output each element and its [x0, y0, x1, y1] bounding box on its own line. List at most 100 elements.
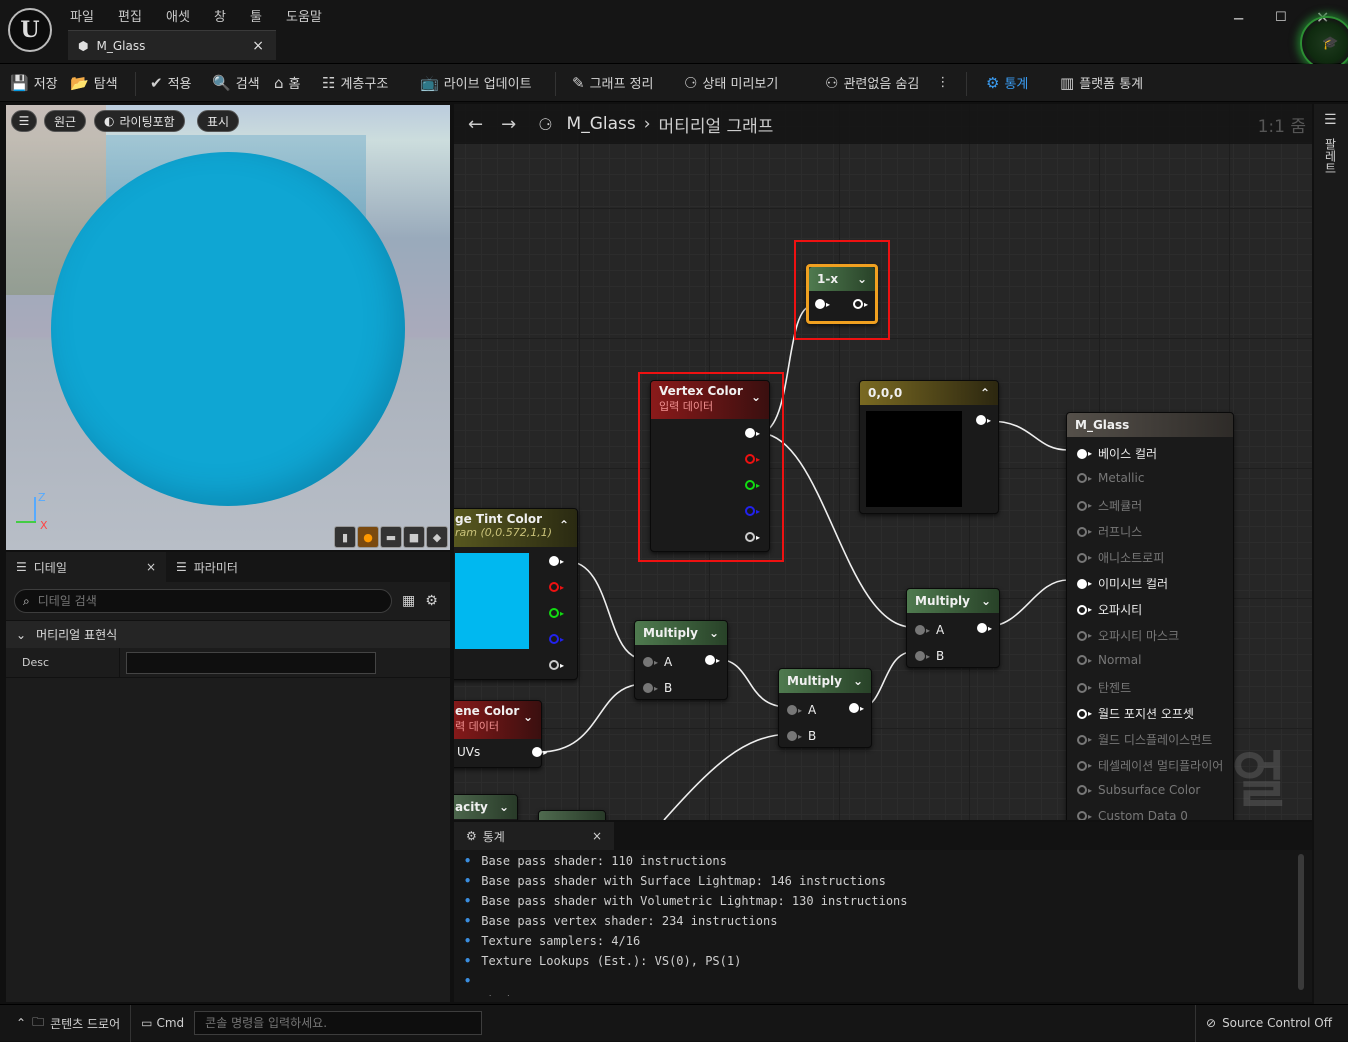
scene-color-node[interactable]: ene Color 력 데이터 ⌄ UVs ▸: [454, 700, 547, 768]
scene-color-uvs-pin[interactable]: UVs ▸: [457, 745, 547, 759]
hierarchy-button[interactable]: ☷ 계층구조: [322, 73, 388, 93]
tint-r-pin[interactable]: ▸: [549, 582, 564, 592]
preview-state-button[interactable]: ⚆ 상태 미리보기: [684, 73, 778, 93]
home-button[interactable]: ⌂ 홈: [274, 73, 301, 93]
result-pin[interactable]: ▸ Metallic: [1077, 471, 1144, 485]
clean-graph-button[interactable]: ✎ 그래프 정리: [572, 73, 654, 93]
result-pin[interactable]: ▸ 월드 디스플레이스먼트: [1077, 731, 1212, 748]
tab-details[interactable]: ☰ 디테일 ×: [6, 552, 166, 582]
cylinder-icon[interactable]: ▮: [334, 526, 356, 548]
document-tab[interactable]: ⬢ M_Glass ×: [68, 30, 276, 60]
menu-asset[interactable]: 애셋: [166, 6, 190, 25]
grid-view-icon[interactable]: ▦: [402, 593, 415, 609]
browse-button[interactable]: 📂 탐색: [70, 73, 118, 93]
unreal-logo[interactable]: U: [8, 8, 52, 52]
chevron-down-icon[interactable]: ⌄: [499, 800, 509, 814]
chevron-down-icon[interactable]: ⌄: [523, 710, 533, 724]
menu-tools[interactable]: 툴: [250, 6, 262, 25]
result-pin[interactable]: ▸ 월드 포지션 오프셋: [1077, 705, 1194, 722]
search-button[interactable]: 🔍 검색: [212, 73, 260, 93]
category-material-expression[interactable]: ⌄ 머티리얼 표현식: [6, 620, 450, 648]
content-drawer-button[interactable]: ⌃ 🗀 콘텐츠 드로어: [0, 1004, 132, 1042]
source-control-button[interactable]: ⊘ Source Control Off: [1195, 1004, 1348, 1042]
viewport-menu-button[interactable]: ☰: [11, 110, 37, 132]
tint-rgb-pin[interactable]: ▸: [549, 556, 564, 566]
multiply2-b-pin[interactable]: ▸ B: [787, 729, 816, 743]
settings-icon[interactable]: ⚙: [425, 593, 438, 609]
material-graph[interactable]: ← → ⚆ M_Glass › 머티리얼 그래프 1:1 줌 머티리얼 1-x⌄…: [454, 104, 1312, 820]
multiply2-output-pin[interactable]: ▸: [849, 703, 864, 713]
menu-file[interactable]: 파일: [70, 6, 94, 25]
result-pin[interactable]: ▸ 오파시티 마스크: [1077, 627, 1179, 644]
teapot-icon[interactable]: ◆: [426, 526, 448, 548]
chevron-up-icon[interactable]: ⌃: [980, 386, 990, 400]
opacity-node[interactable]: acity ⌄: [454, 794, 518, 820]
chevron-up-icon[interactable]: ⌃: [559, 518, 569, 532]
show-button[interactable]: 표시: [197, 110, 240, 132]
tint-param-node[interactable]: ge Tint Color ram (0,0.572,1,1) ⌃ ▸ ▸ ▸ ▸…: [454, 508, 578, 680]
multiply1-b-pin[interactable]: ▸ B: [643, 681, 672, 695]
close-tab-icon[interactable]: ×: [252, 38, 264, 54]
result-pin[interactable]: ▸ 이미시브 컬러: [1077, 575, 1168, 592]
tint-a-pin[interactable]: ▸: [549, 660, 564, 670]
cube-icon[interactable]: ■: [403, 526, 425, 548]
result-pin[interactable]: ▸ Subsurface Color: [1077, 783, 1200, 797]
stats-scrollbar[interactable]: [1298, 854, 1304, 990]
sphere-icon[interactable]: ●: [357, 526, 379, 548]
preview-viewport[interactable]: ☰ 원근 ◐ 라이팅포함 표시 Z X ▮ ● ▬ ■ ◆: [6, 105, 450, 550]
multiply-node-1[interactable]: Multiply ⌄ ▸ A ▸ B ▸: [634, 620, 728, 700]
constant-node[interactable]: 0,0,0 ⌃ ▸: [859, 380, 999, 514]
more-options-icon[interactable]: ⋮: [936, 75, 949, 90]
lit-button[interactable]: ◐ 라이팅포함: [94, 110, 185, 132]
chevron-down-icon[interactable]: ⌄: [709, 626, 719, 640]
menu-edit[interactable]: 편집: [118, 6, 142, 25]
save-button[interactable]: 💾 저장: [10, 73, 58, 93]
palette-side-tab[interactable]: ☰ 팔레트: [1314, 104, 1348, 1004]
menu-window[interactable]: 창: [214, 6, 226, 25]
tab-parameters[interactable]: ☰ 파라미터: [166, 552, 248, 582]
result-pin[interactable]: ▸ 애니소트로피: [1077, 549, 1164, 566]
result-pin[interactable]: ▸ 베이스 컬러: [1077, 445, 1157, 462]
learning-badge[interactable]: 🎓: [1300, 16, 1348, 70]
tint-g-pin[interactable]: ▸: [549, 608, 564, 618]
constant-output-pin[interactable]: ▸: [976, 415, 991, 425]
hide-unrelated-button[interactable]: ⚇ 관련없음 숨김 ⋮: [825, 73, 949, 93]
chevron-down-icon[interactable]: ⌄: [853, 674, 863, 688]
multiply1-output-pin[interactable]: ▸: [705, 655, 720, 665]
result-pin[interactable]: ▸ 테셀레이션 멀티플라이어: [1077, 757, 1223, 774]
result-pin[interactable]: ▸ Normal: [1077, 653, 1141, 667]
maximize-button[interactable]: ☐: [1275, 10, 1287, 25]
details-search-input[interactable]: [37, 594, 358, 608]
result-node[interactable]: M_Glass ▸ 베이스 컬러 ▸ Metallic ▸ 스페큘러 ▸ 러프니스 ▸ 애니소트로…: [1066, 412, 1234, 820]
plane-icon[interactable]: ▬: [380, 526, 402, 548]
desc-input[interactable]: [126, 651, 376, 674]
multiply2-a-pin[interactable]: ▸ A: [787, 703, 816, 717]
forward-arrow-icon[interactable]: →: [501, 114, 516, 135]
result-pin[interactable]: ▸ 오파시티: [1077, 601, 1142, 618]
minimize-button[interactable]: ─: [1234, 10, 1243, 28]
chevron-down-icon[interactable]: ⌄: [981, 594, 991, 608]
console-input[interactable]: [194, 1011, 483, 1035]
stats-button[interactable]: ⚙ 통계: [986, 73, 1028, 93]
tint-b-pin[interactable]: ▸: [549, 634, 564, 644]
close-tab-icon[interactable]: ×: [146, 560, 156, 574]
result-pin[interactable]: ▸ Custom Data 0: [1077, 809, 1188, 820]
multiply3-a-pin[interactable]: ▸ A: [915, 623, 944, 637]
result-pin[interactable]: ▸ 스페큘러: [1077, 497, 1142, 514]
partial-node[interactable]: [538, 810, 606, 820]
back-arrow-icon[interactable]: ←: [468, 114, 483, 135]
cmd-button[interactable]: ▭ Cmd: [131, 1005, 194, 1042]
breadcrumb-asset[interactable]: M_Glass: [567, 114, 636, 134]
live-update-button[interactable]: 📺 라이브 업데이트: [420, 73, 532, 93]
apply-button[interactable]: ✔ 적용: [150, 73, 192, 93]
result-pin[interactable]: ▸ 탄젠트: [1077, 679, 1131, 696]
multiply-node-3[interactable]: Multiply ⌄ ▸ A ▸ B ▸: [906, 588, 1000, 668]
multiply3-output-pin[interactable]: ▸: [977, 623, 992, 633]
close-tab-icon[interactable]: ×: [592, 829, 602, 843]
multiply-node-2[interactable]: Multiply ⌄ ▸ A ▸ B ▸: [778, 668, 872, 748]
perspective-button[interactable]: 원근: [44, 110, 87, 132]
multiply3-b-pin[interactable]: ▸ B: [915, 649, 944, 663]
platform-stats-button[interactable]: ▥ 플랫폼 통계: [1060, 73, 1143, 93]
menu-help[interactable]: 도움말: [286, 6, 322, 25]
tab-stats[interactable]: ⚙ 통계 ×: [454, 822, 614, 850]
